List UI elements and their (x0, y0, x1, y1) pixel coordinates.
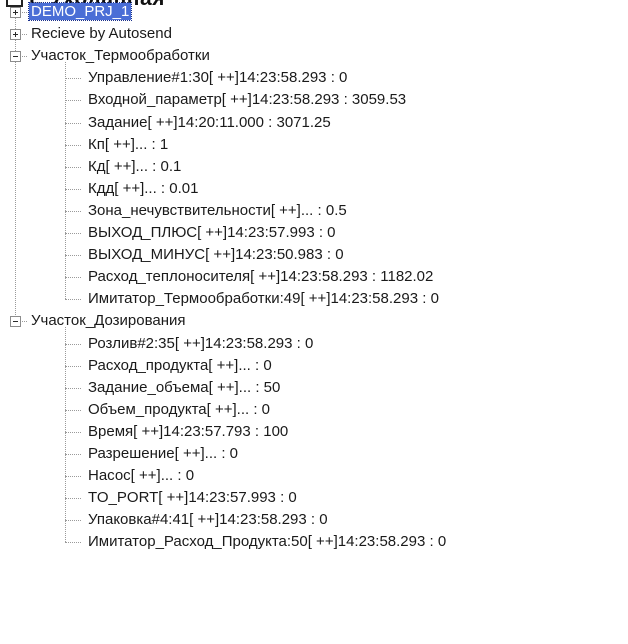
tree-connector (65, 62, 66, 300)
tree-connector (65, 255, 81, 257)
tree-connector (65, 188, 81, 190)
tree-node-leaf[interactable]: Розлив#2:35[ ++]14:23:58.293 : 0 (86, 333, 315, 355)
tree-node-label: Управление#1:30[ ++]14:23:58.293 : 0 (88, 69, 348, 87)
tree-connector (65, 520, 81, 522)
expand-icon[interactable] (10, 29, 21, 41)
tree-node-label: Разрешение[ ++]... : 0 (88, 445, 238, 462)
tree-node-label: Кд[ ++]... : 0.1 (88, 157, 182, 175)
tree-connector (65, 387, 81, 389)
tree-connector (65, 542, 81, 544)
tree-node-leaf[interactable]: Имитатор_Термообработки:49[ ++]14:23:58.… (86, 288, 441, 310)
tree-connector (65, 343, 81, 345)
tree-node-label: Кдд[ ++]... : 0.01 (88, 179, 199, 197)
tree-node-leaf[interactable]: Зона_нечувствительности[ ++]... : 0.5 (86, 200, 349, 222)
tree-connector (65, 454, 81, 455)
tree-connector (65, 476, 81, 478)
tree-node-label: Время[ ++]14:23:57.793 : 100 (88, 422, 289, 440)
tree-view[interactable]: DEMO_PRJ_1 Recieve by Autosend Участок_Тер… (0, 0, 628, 644)
tree-node-root[interactable]: DEMO_PRJ_1 (27, 1, 133, 23)
tree-node-leaf[interactable]: Упаковка#4:41[ ++]14:23:58.293 : 0 (86, 509, 330, 531)
tree-connector (65, 431, 81, 433)
tree-node-leaf[interactable]: Насос[ ++]... : 0 (86, 465, 196, 487)
tree-node-leaf[interactable]: Управление#1:30[ ++]14:23:58.293 : 0 (86, 67, 349, 89)
tree-node-label: Расход_теплоносителя[ ++]14:23:58.293 : … (88, 268, 434, 286)
tree-node-label: Задание[ ++]14:20:11.000 : 3071.25 (88, 113, 331, 131)
tree-node-leaf[interactable]: Расход_продукта[ ++]... : 0 (86, 355, 274, 377)
tree-node-label: Входной_параметр[ ++]14:23:58.293 : 3059… (88, 91, 407, 109)
collapse-icon[interactable] (10, 51, 21, 63)
tree-node-root[interactable]: Участок_Дозирования (29, 310, 188, 332)
tree-node-label: Упаковка#4:41[ ++]14:23:58.293 : 0 (88, 511, 328, 529)
tree-node-label: ВЫХОД_МИНУС[ ++]14:23:50.983 : 0 (88, 246, 344, 264)
tree-node-leaf[interactable]: Расход_теплоносителя[ ++]14:23:58.293 : … (86, 266, 435, 288)
tree-node-leaf[interactable]: Кдд[ ++]... : 0.01 (86, 178, 200, 200)
tree-node-label: Участок_Дозирования (31, 312, 186, 330)
tree-connector (65, 100, 81, 102)
tree-node-label: Кп[ ++]... : 1 (88, 135, 169, 153)
tree-connector (65, 409, 81, 411)
tree-node-label: TO_PORT[ ++]14:23:57.993 : 0 (88, 489, 297, 507)
tree-node-label: Розлив#2:35[ ++]14:23:58.293 : 0 (88, 334, 314, 352)
tree-connector (65, 144, 81, 146)
tree-node-leaf[interactable]: ВЫХОД_МИНУС[ ++]14:23:50.983 : 0 (86, 244, 346, 266)
tree-node-leaf[interactable]: Кд[ ++]... : 0.1 (86, 156, 183, 178)
tree-node-label: Имитатор_Расход_Продукта:50[ ++]14:23:58… (88, 533, 447, 551)
tree-connector (65, 365, 81, 367)
tree-node-label: Задание_объема[ ++]... : 50 (88, 378, 281, 396)
tree-node-leaf[interactable]: Задание[ ++]14:20:11.000 : 3071.25 (86, 112, 333, 134)
expand-icon[interactable] (10, 7, 21, 18)
tree-node-leaf[interactable]: Входной_параметр[ ++]14:23:58.293 : 3059… (86, 89, 408, 111)
tree-node-label: Участок_Термообработки (31, 47, 210, 65)
tree-node-label: Зона_нечувствительности[ ++]... : 0.5 (88, 201, 347, 219)
tree-node-label: Имитатор_Термообработки:49[ ++]14:23:58.… (88, 290, 439, 308)
tree-node-leaf[interactable]: ВЫХОД_ПЛЮС[ ++]14:23:57.993 : 0 (86, 222, 338, 244)
tree-node-root[interactable]: Участок_Термообработки (29, 45, 212, 67)
tree-node-leaf[interactable]: TO_PORT[ ++]14:23:57.993 : 0 (86, 487, 299, 509)
tree-connector (65, 78, 81, 80)
tree-connector (65, 277, 81, 279)
tree-node-label: ВЫХОД_ПЛЮС[ ++]14:23:57.993 : 0 (88, 224, 336, 241)
tree-connector (65, 210, 81, 212)
tree-node-label: Объем_продукта[ ++]... : 0 (88, 400, 271, 418)
tree-node-leaf[interactable]: Объем_продукта[ ++]... : 0 (86, 399, 272, 421)
tree-connector (65, 299, 81, 301)
tree-node-leaf[interactable]: Кп[ ++]... : 1 (86, 134, 170, 156)
tree-node-label: Recieve by Autosend (31, 25, 172, 43)
tree-connector (65, 327, 66, 543)
tree-connector (65, 166, 81, 168)
tree-node-leaf[interactable]: Разрешение[ ++]... : 0 (86, 443, 240, 465)
tree-node-leaf[interactable]: Имитатор_Расход_Продукта:50[ ++]14:23:58… (86, 531, 448, 553)
tree-node-label: Расход_продукта[ ++]... : 0 (88, 356, 272, 374)
collapse-icon[interactable] (10, 316, 21, 328)
tree-node-leaf[interactable]: Время[ ++]14:23:57.793 : 100 (86, 421, 290, 443)
tree-node-label: Насос[ ++]... : 0 (88, 467, 195, 485)
tree-node-root[interactable]: Recieve by Autosend (29, 23, 174, 45)
tree-connector (65, 498, 81, 500)
tree-connector (65, 122, 81, 124)
tree-node-leaf[interactable]: Задание_объема[ ++]... : 50 (86, 377, 282, 399)
tree-node-label: DEMO_PRJ_1 (27, 2, 133, 21)
tree-connector (65, 233, 81, 234)
